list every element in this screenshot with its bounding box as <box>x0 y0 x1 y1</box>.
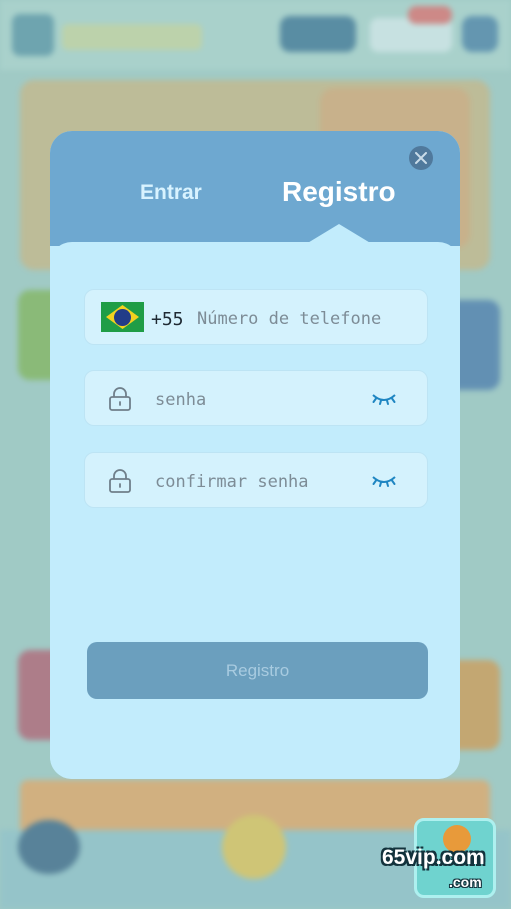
password-field[interactable]: senha <box>84 370 428 426</box>
tab-login[interactable]: Entrar <box>140 181 202 205</box>
password-input[interactable]: senha <box>155 390 206 410</box>
confirm-password-field[interactable]: confirmar senha <box>84 452 428 508</box>
close-button[interactable] <box>409 146 433 170</box>
active-tab-pointer <box>306 224 372 244</box>
auth-modal: Entrar Registro +55 Número de telefone s… <box>50 131 460 779</box>
close-icon <box>415 152 427 164</box>
eye-closed-icon[interactable] <box>371 472 397 490</box>
watermark-subtext: .com <box>449 874 482 890</box>
phone-field[interactable]: +55 Número de telefone <box>84 289 428 345</box>
tab-register[interactable]: Registro <box>282 176 396 208</box>
lock-icon <box>109 387 131 411</box>
watermark-text: 65vip.com <box>382 846 485 869</box>
country-code[interactable]: +55 <box>151 309 184 330</box>
brazil-flag-icon[interactable] <box>101 302 144 332</box>
register-submit-button[interactable]: Registro <box>87 642 428 699</box>
eye-closed-icon[interactable] <box>371 390 397 408</box>
confirm-password-input[interactable]: confirmar senha <box>155 472 309 492</box>
phone-input[interactable]: Número de telefone <box>197 309 381 329</box>
lock-icon <box>109 469 131 493</box>
modal-header <box>50 131 460 246</box>
